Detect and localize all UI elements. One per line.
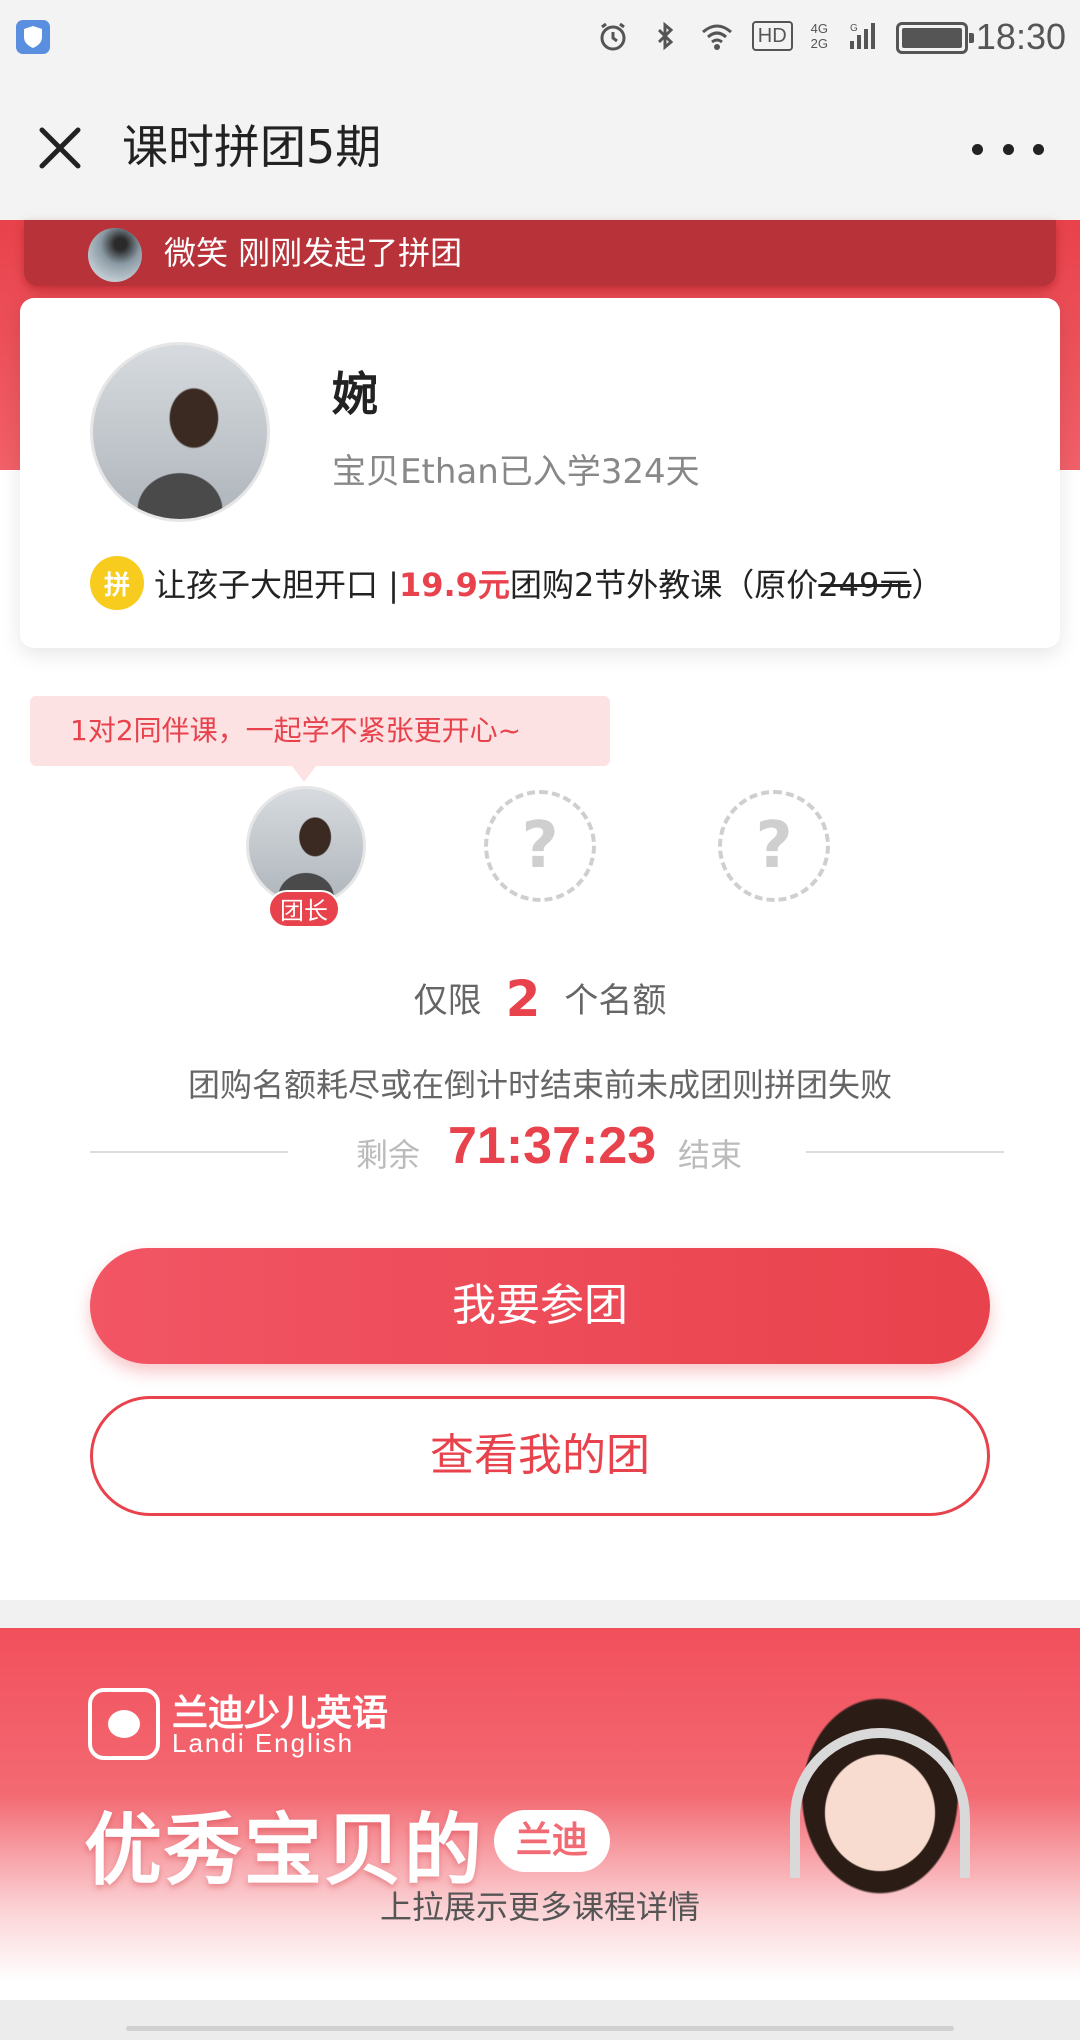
brand-name-english: Landi English (172, 1728, 355, 1758)
group-buy-badge-icon: 拼 (90, 556, 144, 610)
question-mark-icon: ? (755, 809, 793, 883)
join-group-button[interactable]: 我要参团 (90, 1248, 990, 1364)
question-mark-icon: ? (521, 809, 559, 883)
network-type-icon: 4G 2G (811, 21, 828, 51)
title-bar: 课时拼团5期 (0, 72, 1080, 220)
original-price: 249元 (818, 566, 912, 604)
sim-label: G (850, 23, 858, 34)
close-icon[interactable] (28, 116, 92, 180)
more-dot-icon (972, 143, 983, 155)
view-my-group-button[interactable]: 查看我的团 (90, 1396, 990, 1516)
notification-avatar (88, 228, 142, 282)
main-content: 微笑 刚刚发起了拼团 婉 宝贝Ethan已入学324天 拼 让孩子大胆开口 | … (0, 220, 1080, 1600)
notification-text: 微笑 刚刚发起了拼团 (164, 234, 463, 272)
promo-price: 19.9元 (398, 566, 510, 604)
status-bar: HD 4G 2G G 18:30 (0, 0, 1080, 72)
user-name: 婉 (332, 367, 378, 421)
pull-up-hint[interactable]: 上拉展示更多课程详情 (0, 1882, 1080, 1928)
divider (90, 1151, 288, 1153)
countdown: 剩余 71:37:23 结束 (0, 1116, 1080, 1186)
more-menu-button[interactable] (972, 124, 1044, 174)
hd-badge: HD (751, 21, 793, 51)
section-gap (0, 1600, 1080, 1628)
status-time: 18:30 (975, 16, 1066, 57)
user-enrollment-info: 宝贝Ethan已入学324天 (332, 452, 700, 492)
quota-line: 仅限 2 个名额 (0, 970, 1080, 1028)
profile-card: 婉 宝贝Ethan已入学324天 拼 让孩子大胆开口 | 19.9元 团购2节外… (20, 298, 1060, 648)
wifi-icon (701, 24, 732, 50)
divider (806, 1151, 1004, 1153)
bluetooth-icon (657, 21, 673, 51)
empty-member-slot: ? (484, 790, 596, 902)
notification-bar: 微笑 刚刚发起了拼团 (24, 220, 1056, 286)
more-dot-icon (1002, 143, 1014, 155)
promo-line: 拼 让孩子大胆开口 | 19.9元 团购2节外教课（原价 249元 ） (90, 556, 943, 610)
countdown-prefix: 剩余 (356, 1136, 421, 1174)
quota-count: 2 (505, 970, 541, 1028)
course-tooltip: 1对2同伴课，一起学不紧张更开心~ (30, 696, 610, 782)
page-title: 课时拼团5期 (122, 120, 382, 174)
bottom-handle[interactable] (126, 2026, 954, 2031)
bottom-bar (0, 2000, 1080, 2040)
quota-suffix: 个名额 (564, 981, 667, 1021)
leader-avatar (246, 786, 366, 906)
group-rule-text: 团购名额耗尽或在倒计时结束前未成团则拼团失败 (187, 1066, 892, 1104)
network-type-bottom: 2G (810, 36, 828, 51)
avatar (90, 342, 270, 522)
promo-suffix: ） (911, 566, 944, 604)
empty-member-slot: ? (718, 790, 830, 902)
promo-prefix: 让孩子大胆开口 | (154, 566, 399, 604)
course-banner[interactable]: 兰迪少儿英语 Landi English 优秀宝贝的 兰迪 上拉展示更多课程详情 (0, 1628, 1080, 2000)
promo-middle: 团购2节外教课（原价 (509, 566, 819, 604)
countdown-time: 71:37:23 (448, 1117, 657, 1175)
leader-tag: 团长 (268, 890, 340, 928)
network-type-top: 4G (810, 21, 828, 36)
signal-icon: G (850, 23, 875, 49)
countdown-suffix: 结束 (678, 1136, 743, 1174)
landi-logo-icon (88, 1688, 160, 1760)
banner-pill: 兰迪 (494, 1810, 610, 1872)
shield-icon (16, 20, 50, 54)
quota-prefix: 仅限 (413, 981, 482, 1021)
alarm-icon (600, 22, 626, 51)
battery-icon (896, 22, 974, 54)
more-dot-icon (1033, 143, 1044, 155)
